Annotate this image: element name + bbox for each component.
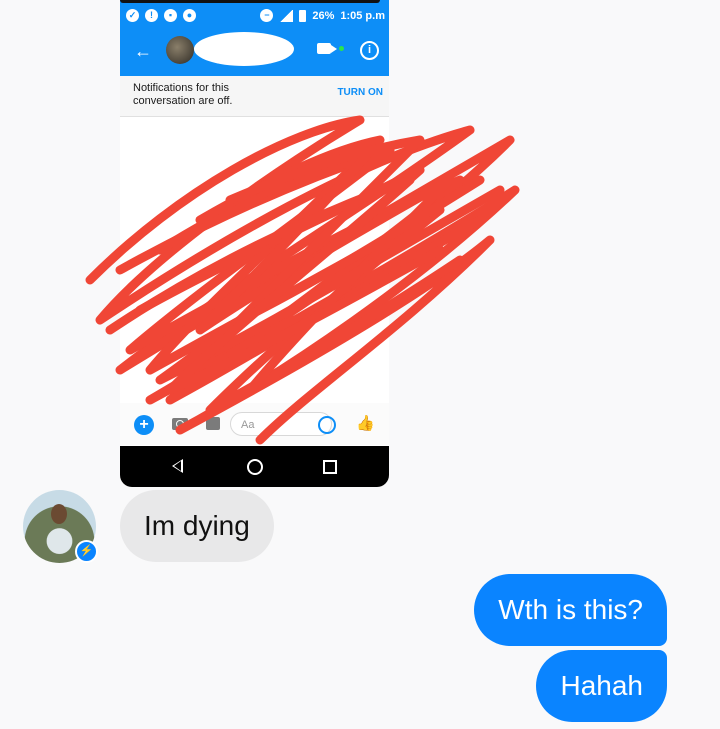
video-camera-icon — [317, 43, 337, 54]
messenger-icon: ● — [183, 9, 196, 22]
message-bubble-sent[interactable]: Hahah — [536, 650, 667, 722]
arrow-left-icon: ← — [134, 41, 152, 61]
signal-icon — [279, 9, 294, 22]
battery-icon — [299, 9, 307, 22]
red-scribble-redaction — [85, 115, 520, 445]
status-icons-right: − 26% 1:05 p.m — [260, 9, 385, 22]
clock: 1:05 p.m — [340, 9, 385, 22]
avatar-face — [51, 504, 67, 524]
message-bubble-sent[interactable]: Wth is this? — [474, 574, 667, 646]
nav-back-icon — [172, 459, 183, 473]
online-indicator — [339, 46, 344, 51]
status-icons-left: ✓ ! ▪ ● — [126, 9, 196, 22]
nav-home-icon — [247, 459, 263, 475]
status-bar-edge — [120, 0, 380, 3]
android-nav-bar — [120, 446, 389, 487]
redacted-name — [194, 32, 294, 66]
message-text: Wth is this? — [498, 594, 643, 625]
message-bubble-received[interactable]: Im dying — [120, 490, 274, 562]
image-icon: ▪ — [164, 9, 177, 22]
minus-icon: − — [260, 9, 274, 22]
contact-avatar — [166, 36, 194, 64]
conversation-header: ← i — [120, 28, 389, 76]
nav-recent-icon — [323, 460, 337, 474]
warning-icon: ! — [145, 9, 158, 22]
message-text: Im dying — [144, 510, 250, 541]
messenger-badge-icon: ⚡ — [75, 540, 98, 563]
info-icon: i — [360, 41, 379, 60]
message-text: Hahah — [560, 670, 643, 701]
notification-icon: ✓ — [126, 9, 139, 22]
battery-percent: 26% — [312, 9, 335, 22]
